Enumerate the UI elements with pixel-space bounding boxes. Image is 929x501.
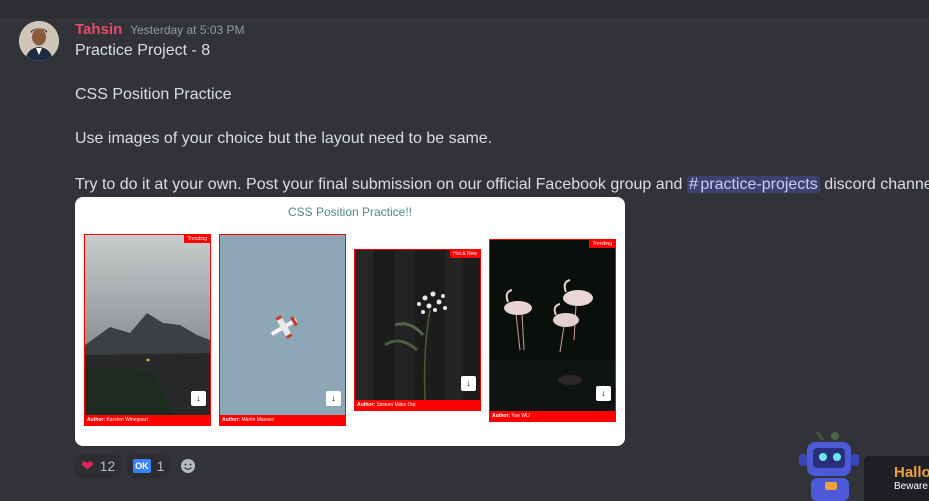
add-reaction-button[interactable]	[176, 454, 200, 478]
download-icon[interactable]: ↓	[191, 391, 206, 406]
photo-mountains	[85, 235, 210, 415]
photo-airplane	[220, 235, 345, 415]
submission-text: Try to do it at your own. Post your fina…	[75, 176, 683, 193]
message-header: Tahsin Yesterday at 5:03 PM	[75, 21, 245, 38]
message-line-subtitle: CSS Position Practice	[75, 86, 232, 103]
card-badge: Trending	[589, 240, 615, 248]
message-line-instructions: Use images of your choice but the layout…	[75, 130, 493, 147]
message-line-submission: Try to do it at your own. Post your fina…	[75, 174, 929, 194]
card-1: Trending ↓ Author: Karsten Winegeart	[84, 234, 211, 426]
attachment-title: CSS Position Practice!!	[287, 205, 413, 219]
reaction-count: 12	[99, 458, 116, 474]
card-author: Author: Sixteen Miles Out	[355, 400, 480, 410]
image-attachment[interactable]: CSS Position Practice!! Trending ↓ Autho…	[75, 197, 625, 446]
heart-icon: ❤	[81, 458, 94, 475]
card-2: ↓ Author: Martin Masson	[219, 234, 346, 426]
download-icon[interactable]: ↓	[461, 376, 476, 391]
reaction-heart[interactable]: ❤ 12	[75, 454, 122, 478]
promo-subtext: Beware	[894, 481, 928, 492]
reaction-bar: ❤ 12 OK 1	[75, 454, 200, 478]
top-bar	[0, 0, 929, 18]
card-4: Trending ↓ Author: Yue WU	[489, 239, 616, 422]
card-author: Author: Karsten Winegeart	[85, 415, 210, 425]
promo-heading: Hallo	[894, 464, 929, 481]
username[interactable]: Tahsin	[75, 21, 122, 38]
card-author: Author: Yue WU	[490, 411, 615, 421]
robot-mascot-icon[interactable]	[795, 430, 865, 501]
card-author: Author: Martin Masson	[220, 415, 345, 425]
message-line-title: Practice Project - 8	[75, 42, 211, 59]
smiley-icon	[181, 459, 196, 473]
card-badge: Trending	[184, 235, 210, 243]
reaction-count: 1	[156, 458, 165, 474]
promo-panel[interactable]: Hallo Beware	[864, 456, 929, 501]
hash-icon: #	[688, 174, 699, 193]
reaction-ok[interactable]: OK 1	[127, 454, 171, 478]
download-icon[interactable]: ↓	[596, 386, 611, 401]
timestamp[interactable]: Yesterday at 5:03 PM	[130, 23, 244, 37]
submission-text-end: discord channel.	[824, 176, 929, 193]
download-icon[interactable]: ↓	[326, 391, 341, 406]
avatar[interactable]	[19, 21, 59, 61]
ok-icon: OK	[133, 459, 151, 473]
card-badge: Hot & New	[450, 250, 480, 258]
channel-mention[interactable]: # practice-projects	[686, 174, 820, 193]
card-3: Hot & New ↓ Author: Sixteen Miles Out	[354, 249, 481, 411]
